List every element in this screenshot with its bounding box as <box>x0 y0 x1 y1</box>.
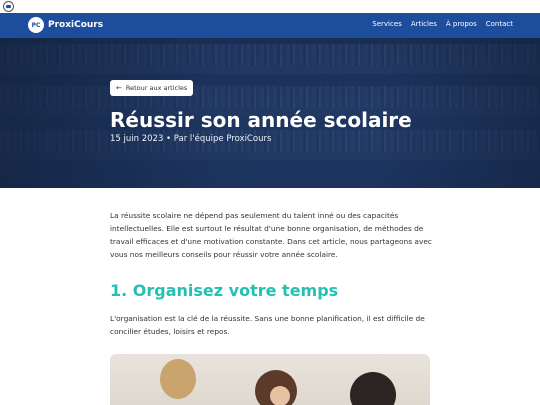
navbar: PC ProxiCours Services Articles À propos… <box>0 13 540 38</box>
article-meta: 15 juin 2023 • Par l'équipe ProxiCours <box>110 134 272 144</box>
nav-item-about[interactable]: À propos <box>446 20 477 28</box>
nav-item-contact[interactable]: Contact <box>486 20 513 28</box>
page-title: Réussir son année scolaire <box>110 108 412 132</box>
site-favicon-icon <box>3 1 14 12</box>
person-shape <box>160 359 196 399</box>
person-shape <box>350 372 396 405</box>
brand-badge: PC <box>28 17 44 33</box>
arrow-left-icon: ← <box>116 84 122 92</box>
article-image <box>110 354 430 405</box>
article-intro: La réussite scolaire ne dépend pas seule… <box>110 211 432 259</box>
nav-links: Services Articles À propos Contact <box>363 20 513 28</box>
nav-item-services[interactable]: Services <box>372 20 402 28</box>
back-button-label: Retour aux articles <box>125 84 188 92</box>
brand-name: ProxiCours <box>48 20 104 30</box>
section-heading: 1. Organisez votre temps <box>110 281 339 300</box>
person-shape <box>270 386 290 405</box>
back-to-articles-button[interactable]: ← Retour aux articles <box>110 80 194 96</box>
section-paragraph: L'organisation est la clé de la réussite… <box>110 314 425 336</box>
brand-logo[interactable]: PC ProxiCours <box>28 17 103 33</box>
browser-top-strip <box>0 0 540 13</box>
hero-banner: ← Retour aux articles Réussir son année … <box>0 38 540 188</box>
nav-item-articles[interactable]: Articles <box>411 20 437 28</box>
article-content: La réussite scolaire ne dépend pas seule… <box>110 209 432 338</box>
